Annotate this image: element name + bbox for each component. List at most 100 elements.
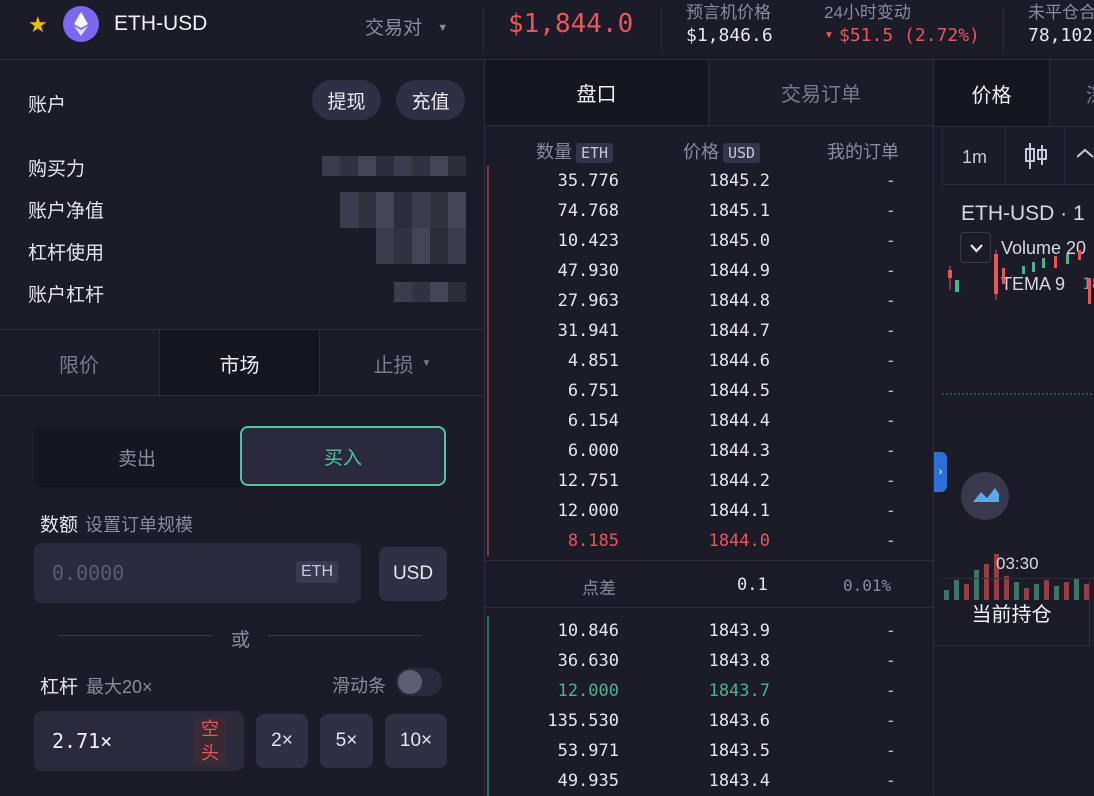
candle-body [1042, 258, 1045, 268]
amount-placeholder: 0.0000 [52, 561, 125, 585]
leverage-5x-button[interactable]: 5× [320, 714, 373, 768]
order-size: 6.154 [567, 411, 619, 431]
bid-row[interactable]: 53.971 1843.5 - [485, 736, 933, 766]
tab-orderbook[interactable]: 盘口 [485, 60, 708, 126]
market-name[interactable]: ETH-USD [114, 12, 207, 36]
buy-button[interactable]: 买入 [240, 426, 446, 486]
tab-price-chart[interactable]: 价格 [934, 60, 1049, 126]
ask-row[interactable]: 4.851 1844.6 - [485, 346, 933, 376]
order-price: 1844.6 [708, 351, 770, 371]
ask-row[interactable]: 27.963 1844.8 - [485, 286, 933, 316]
interval-button[interactable]: 1m [962, 147, 987, 168]
tab-stop-label: 止损 [373, 354, 414, 377]
bid-row[interactable]: 10.846 1843.9 - [485, 616, 933, 646]
order-size: 10.423 [557, 231, 619, 251]
sell-button[interactable]: 卖出 [34, 427, 240, 487]
order-size: 12.000 [557, 501, 619, 521]
my-order: - [885, 411, 896, 431]
slider-toggle[interactable] [396, 668, 442, 696]
ask-row[interactable]: 47.930 1844.9 - [485, 256, 933, 286]
spread-row: 点差 0.1 0.01% [485, 560, 933, 608]
leverage-10x-button[interactable]: 10× [385, 714, 447, 768]
divider [942, 578, 1094, 579]
order-size: 8.185 [567, 531, 619, 551]
my-order: - [885, 621, 896, 641]
ask-row[interactable]: 12.751 1844.2 - [485, 466, 933, 496]
bid-row[interactable]: 12.000 1843.7 - [485, 676, 933, 706]
my-order: - [885, 681, 896, 701]
order-price: 1845.1 [708, 201, 770, 221]
amount-unit-tag: ETH [296, 561, 338, 583]
tab-trades[interactable]: 交易订单 [708, 60, 933, 126]
candle-body [994, 254, 998, 294]
tab-market-label: 市场 [219, 354, 260, 377]
candlestick-icon[interactable] [1023, 141, 1049, 176]
ask-row[interactable]: 74.768 1845.1 - [485, 196, 933, 226]
my-order: - [885, 501, 896, 521]
candle-body [1022, 266, 1025, 274]
pair-selector[interactable]: 交易对 ▼ [365, 13, 448, 40]
order-price: 1843.9 [708, 621, 770, 641]
my-order: - [885, 291, 896, 311]
bid-row[interactable]: 36.630 1843.8 - [485, 646, 933, 676]
ask-row[interactable]: 35.776 1845.2 - [485, 166, 933, 196]
order-size: 10.846 [557, 621, 619, 641]
order-size: 4.851 [567, 351, 619, 371]
tab-positions[interactable]: 当前持仓 [934, 580, 1090, 646]
favorite-star-icon[interactable]: ★ [28, 12, 48, 38]
depth-indicator [487, 316, 489, 346]
ask-row[interactable]: 12.000 1844.1 - [485, 496, 933, 526]
my-order: - [885, 711, 896, 731]
my-order: - [885, 441, 896, 461]
my-order: - [885, 201, 896, 221]
line-chart-icon[interactable] [1076, 147, 1094, 168]
bid-row[interactable]: 135.530 1843.6 - [485, 706, 933, 736]
usd-toggle-button[interactable]: USD [379, 547, 447, 601]
order-price: 1843.7 [708, 681, 770, 701]
slider-label: 滑动条 [332, 676, 386, 696]
my-order: - [885, 171, 896, 191]
ask-row[interactable]: 10.423 1845.0 - [485, 226, 933, 256]
tab-depth[interactable]: 深 [1049, 60, 1094, 126]
my-order: - [885, 651, 896, 671]
order-size: 31.941 [557, 321, 619, 341]
trade-panel: 账户 提现 充值 购买力 账户净值 杠杆使用 账户杠杆 限价 市场 止损 ▼ 卖… [0, 60, 484, 795]
oracle-value: $1,846.6 [686, 25, 773, 46]
change-label: 24小时变动 [824, 3, 911, 22]
tab-limit[interactable]: 限价 [0, 330, 158, 396]
open-interest-value: 78,102 [1028, 25, 1094, 46]
order-size: 35.776 [557, 171, 619, 191]
deposit-button[interactable]: 充值 [396, 80, 465, 120]
order-size: 47.930 [557, 261, 619, 281]
tab-stop[interactable]: 止损 ▼ [321, 330, 484, 396]
ask-row[interactable]: 6.000 1844.3 - [485, 436, 933, 466]
order-price: 1845.0 [708, 231, 770, 251]
ask-row[interactable]: 8.185 1844.0 - [485, 526, 933, 556]
leverage-max: 最大20× [86, 677, 153, 697]
chart-toolbar: 1m [942, 127, 1094, 185]
leverage-used-label: 杠杆使用 [28, 243, 105, 264]
withdraw-button[interactable]: 提现 [312, 80, 381, 120]
bid-row[interactable]: 49.935 1843.4 - [485, 766, 933, 796]
amount-input[interactable]: 0.0000 ETH [34, 543, 361, 603]
col-size-label: 数量 [536, 142, 572, 162]
candle-body [1002, 268, 1005, 284]
change-value: $51.5 (2.72%) [839, 25, 980, 46]
tab-market[interactable]: 市场 [159, 330, 320, 396]
depth-indicator [487, 376, 489, 406]
divider [1005, 127, 1006, 185]
order-price: 1844.2 [708, 471, 770, 491]
my-order: - [885, 261, 896, 281]
tab-positions-label: 当前持仓 [971, 604, 1052, 626]
order-price: 1844.8 [708, 291, 770, 311]
account-title: 账户 [28, 95, 67, 116]
leverage-2x-button[interactable]: 2× [256, 714, 308, 768]
tradingview-logo-icon [961, 472, 1009, 520]
ask-row[interactable]: 31.941 1844.7 - [485, 316, 933, 346]
ask-row[interactable]: 6.154 1844.4 - [485, 406, 933, 436]
leverage-value: 2.71× [52, 729, 113, 753]
order-size: 49.935 [557, 771, 619, 791]
ask-row[interactable]: 6.751 1844.5 - [485, 376, 933, 406]
leverage-input[interactable]: 2.71× 空头 [34, 711, 244, 771]
sidebar-toggle-button[interactable]: › [934, 452, 947, 492]
